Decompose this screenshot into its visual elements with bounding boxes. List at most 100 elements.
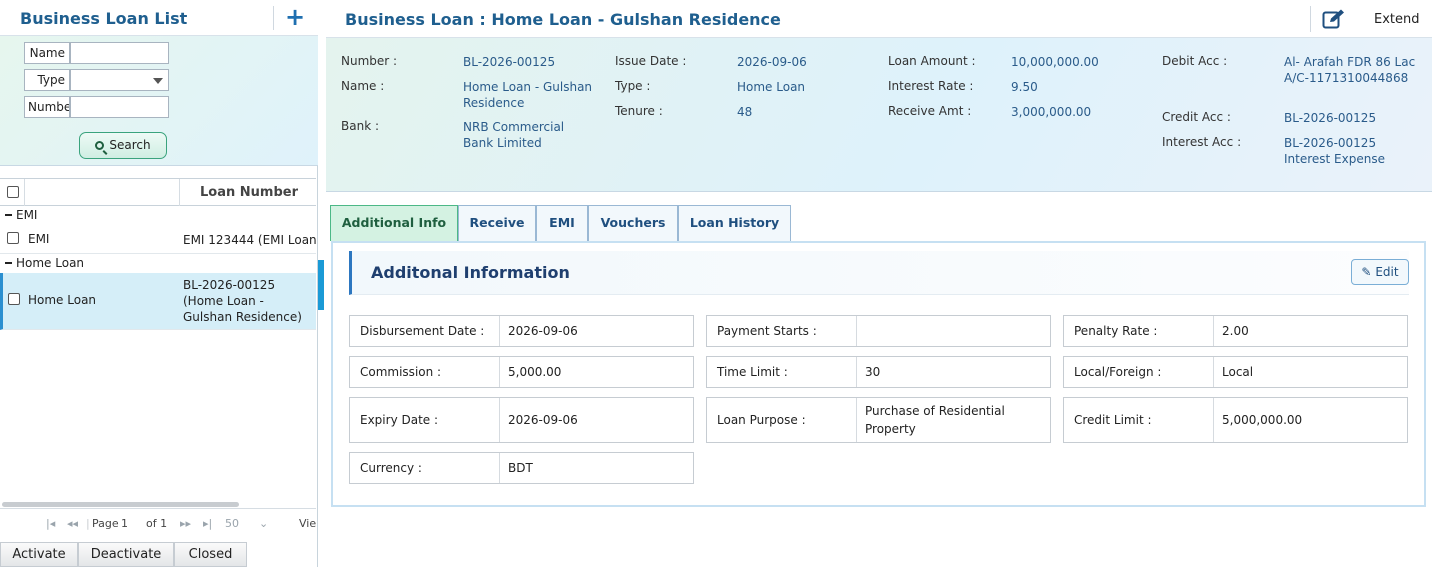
summary-name-label: Name : [341,79,385,93]
edit-button[interactable]: ✎ Edit [1351,259,1409,285]
collapse-icon [5,213,12,216]
loan-detail-panel: Business Loan : Home Loan - Gulshan Resi… [326,0,1432,567]
row-checkbox[interactable] [7,232,19,244]
next-page-icon[interactable]: ▸▸ [180,517,191,530]
action-buttons: Activate Deactivate Closed [0,542,316,567]
summary-debit: Al- Arafah FDR 86 Lac A/C-1171310044868 [1284,55,1416,85]
summary-tenure: 48 [737,105,753,119]
pencil-icon: ✎ [1361,265,1372,279]
pager: |◂ ◂◂ | Page 1 of 1 ▸▸ ▸| 50 ⌄ Vie [0,508,316,538]
group-row-emi[interactable]: EMI [0,206,316,225]
type-filter-select[interactable] [70,69,169,91]
type-filter-row: Type [24,69,170,91]
row-type: Home Loan [28,293,97,307]
summary-number: BL-2026-00125 [463,55,556,69]
field-time-limit: Time Limit : 30 [706,356,1051,388]
select-all-checkbox[interactable] [7,186,19,198]
field-label: Disbursement Date : [350,316,500,346]
loan-list-panel: Business Loan List + Name Type Numbe Sea… [0,0,318,567]
name-filter-input[interactable] [70,42,169,64]
tab-emi[interactable]: EMI [536,205,588,241]
field-penalty-rate: Penalty Rate : 2.00 [1063,315,1408,347]
field-value: 5,000,000.00 [1222,413,1303,427]
closed-button[interactable]: Closed [174,542,247,567]
field-value: 30 [865,365,881,379]
field-value [865,316,1049,346]
field-label: Expiry Date : [350,398,500,442]
field-label: Loan Purpose : [707,398,857,442]
row-type: EMI [28,232,50,246]
plus-icon: + [284,3,306,31]
table-row[interactable]: Home Loan BL-2026-00125 (Home Loan - Gul… [0,273,316,330]
panel-resize-handle[interactable] [318,260,324,310]
field-value: 2026-09-06 [508,413,578,427]
grid-header: Loan Number [0,178,316,206]
summary-debit-label: Debit Acc : [1162,54,1228,68]
page-size-select[interactable]: 50 [225,517,239,530]
field-value: Purchase of Residential Property [865,404,1005,436]
number-filter-input[interactable] [70,96,169,118]
summary-rate-label: Interest Rate : [888,79,974,93]
group-row-home-loan[interactable]: Home Loan [0,254,316,273]
summary-amount: 10,000,000.00 [1011,55,1099,69]
field-currency: Currency : BDT [349,452,694,484]
field-label: Local/Foreign : [1064,357,1214,387]
first-page-icon[interactable]: |◂ [46,517,55,530]
tab-loan-history[interactable]: Loan History [678,205,791,241]
detail-header: Business Loan : Home Loan - Gulshan Resi… [326,0,1432,38]
summary-bank: NRB Commercial Bank Limited [463,120,565,150]
summary-bank-label: Bank : [341,119,379,133]
extend-button[interactable]: Extend [1374,12,1420,27]
view-label: Vie [299,517,317,530]
header-divider [273,6,274,30]
type-filter-label: Type [24,69,70,91]
summary-credit: BL-2026-00125 [1284,111,1377,125]
chevron-down-icon[interactable]: ⌄ [259,517,268,530]
pager-separator: | [86,517,90,530]
field-value: 2.00 [1222,324,1249,338]
grid-header-type-cell [25,179,180,206]
summary-interest-label: Interest Acc : [1162,135,1242,149]
tab-additional-info[interactable]: Additional Info [330,205,458,241]
deactivate-button[interactable]: Deactivate [78,542,174,567]
field-loan-purpose: Loan Purpose : Purchase of Residential P… [706,397,1051,443]
summary-type: Home Loan [737,80,806,94]
prev-page-icon[interactable]: ◂◂ [67,517,78,530]
edit-icon[interactable] [1322,8,1346,30]
field-disbursement-date: Disbursement Date : 2026-09-06 [349,315,694,347]
row-loan-number: EMI 123444 (EMI Loan [183,233,316,247]
number-filter-label: Numbe [24,96,70,118]
last-page-icon[interactable]: ▸| [203,517,212,530]
field-expiry-date: Expiry Date : 2026-09-06 [349,397,694,443]
name-filter-row: Name [24,42,170,64]
detail-title: Business Loan : Home Loan - Gulshan Resi… [345,10,781,29]
summary-tenure-label: Tenure : [615,104,663,118]
tab-vouchers[interactable]: Vouchers [588,205,678,241]
loan-grid: Loan Number EMI EMI EMI 123444 (EMI Loan… [0,178,316,508]
field-local-foreign: Local/Foreign : Local [1063,356,1408,388]
loan-list-header: Business Loan List + [0,0,318,36]
edit-button-label: Edit [1375,265,1399,279]
field-value: Local [1222,365,1254,379]
horizontal-scrollbar[interactable] [2,502,239,507]
field-label: Payment Starts : [707,316,857,346]
add-loan-button[interactable]: + [284,3,306,31]
search-button[interactable]: Search [79,132,167,159]
summary-interest: BL-2026-00125 Interest Expense [1284,136,1385,166]
header-divider [1310,6,1311,32]
field-value: BDT [508,461,533,475]
field-label: Credit Limit : [1064,398,1214,442]
activate-button[interactable]: Activate [0,542,78,567]
table-row[interactable]: EMI EMI 123444 (EMI Loan [0,226,316,254]
section-title: Additonal Information [371,263,570,282]
row-loan-number: BL-2026-00125 (Home Loan - Gulshan Resid… [183,278,302,324]
grid-header-loan-number[interactable]: Loan Number [181,179,316,206]
field-payment-starts: Payment Starts : [706,315,1051,347]
page-number-input[interactable]: 1 [121,517,128,530]
summary-type-label: Type : [615,79,651,93]
row-checkbox[interactable] [8,293,20,305]
name-filter-label: Name [24,42,70,64]
caret-down-icon [153,78,163,84]
field-value: 2026-09-06 [508,324,578,338]
tab-receive[interactable]: Receive [458,205,536,241]
